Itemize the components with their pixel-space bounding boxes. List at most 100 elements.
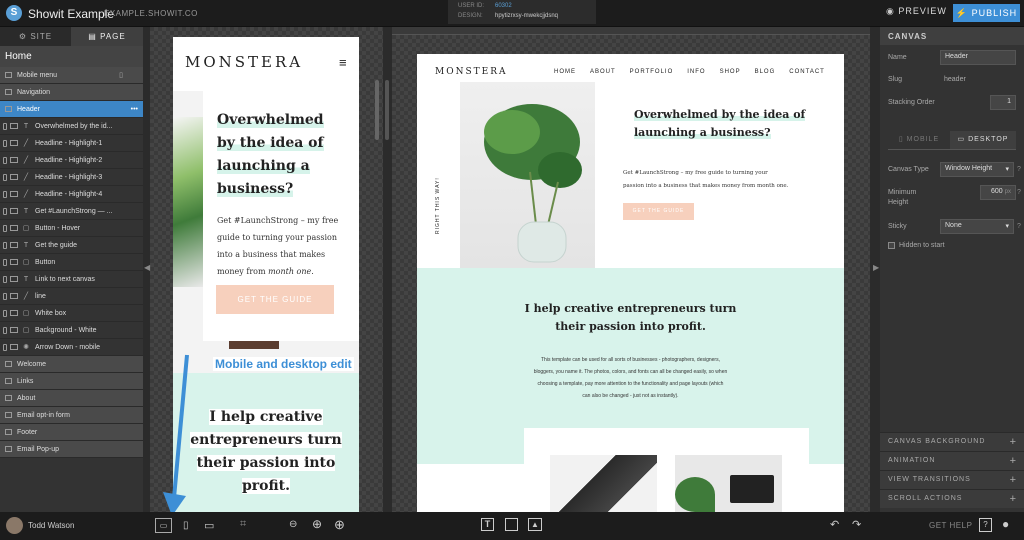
user-name[interactable]: Todd Watson (28, 521, 74, 530)
site-url[interactable]: EXAMPLE.SHOWIT.CO (104, 9, 198, 18)
mobile-visibility-icon[interactable] (3, 122, 7, 130)
mobile-visibility-icon[interactable] (3, 275, 7, 283)
desktop-visibility-icon[interactable] (10, 327, 18, 333)
get-help-label[interactable]: GET HELP (929, 521, 972, 530)
layer-item[interactable]: ▢ White box (0, 305, 143, 322)
canvas-item[interactable]: About (0, 390, 143, 407)
desktop-visibility-icon[interactable] (10, 293, 18, 299)
desktop-visibility-icon[interactable] (10, 123, 18, 129)
desktop-visibility-icon[interactable] (10, 140, 18, 146)
avatar[interactable] (6, 517, 23, 534)
hamburger-menu-icon[interactable]: ≡ (339, 55, 347, 70)
left-collapse-arrow[interactable]: ◀ (144, 263, 150, 272)
desktop-guide-button[interactable]: GET THE GUIDE (623, 203, 694, 220)
canvas-item[interactable]: Welcome (0, 356, 143, 373)
help-icon[interactable]: ? (1017, 223, 1021, 230)
help-icon[interactable]: ? (1017, 189, 1021, 196)
canvas-item[interactable]: Navigation (0, 84, 143, 101)
layer-item[interactable]: ╱ Headline - Highlight-3 (0, 169, 143, 186)
layer-item[interactable]: ✺ Arrow Down - mobile (0, 339, 143, 356)
layer-item[interactable]: ╱ Headline - Highlight-2 (0, 152, 143, 169)
mobile-visibility-icon[interactable] (3, 241, 7, 249)
desktop-visibility-icon[interactable] (10, 242, 18, 248)
sticky-select[interactable]: None ▾ (940, 219, 1014, 234)
canvas-item[interactable]: Email opt-in form (0, 407, 143, 424)
right-collapse-arrow[interactable]: ▶ (873, 263, 879, 272)
tab-desktop[interactable]: ▭ DESKTOP (950, 131, 1016, 149)
tab-mobile[interactable]: ▯ MOBILE (888, 131, 950, 149)
desktop-visibility-icon[interactable] (10, 225, 18, 231)
nav-portfolio[interactable]: PORTFOLIO (630, 69, 674, 75)
desktop-visibility-icon[interactable] (10, 276, 18, 282)
page-title[interactable]: Home (0, 46, 143, 67)
zoom-out-icon[interactable]: ⊖ (289, 519, 297, 530)
stacking-input[interactable]: 1 (990, 95, 1016, 110)
mobile-guide-button[interactable]: GET THE GUIDE (216, 285, 334, 314)
mobile-visibility-icon[interactable] (3, 258, 7, 266)
desktop-view-icon[interactable]: ▭ (204, 519, 214, 532)
accordion-canvas-background[interactable]: CANVAS BACKGROUND + (880, 432, 1024, 451)
mobile-visibility-icon[interactable] (3, 173, 7, 181)
zoom-fit-icon[interactable]: ⊕ (312, 517, 322, 531)
canvas-item[interactable]: Email Pop-up (0, 441, 143, 458)
layer-item[interactable]: ╱ line (0, 288, 143, 305)
mobile-visibility-icon[interactable] (3, 207, 7, 215)
mobile-visibility-icon[interactable] (3, 343, 7, 351)
nav-shop[interactable]: SHOP (720, 69, 741, 75)
nav-about[interactable]: ABOUT (590, 69, 616, 75)
layer-item[interactable]: T Get the guide (0, 237, 143, 254)
mobile-visibility-icon[interactable] (3, 190, 7, 198)
add-text-icon[interactable]: T (481, 518, 494, 531)
add-box-icon[interactable] (505, 518, 518, 531)
mobile-view-icon[interactable]: ▯ (183, 520, 189, 531)
canvas-type-select[interactable]: Window Height ▾ (940, 162, 1014, 177)
showit-logo-icon[interactable]: S (6, 5, 22, 21)
mobile-visibility-icon[interactable] (3, 309, 7, 317)
nav-blog[interactable]: BLOG (755, 69, 776, 75)
grid-icon[interactable]: ⌗ (240, 518, 246, 531)
mobile-visibility-icon[interactable] (3, 139, 7, 147)
help-box-icon[interactable]: ? (979, 518, 992, 532)
layer-item[interactable]: T Link to next canvas (0, 271, 143, 288)
tab-site[interactable]: ⚙ SITE (0, 27, 71, 46)
name-input[interactable]: Header (940, 50, 1016, 65)
zoom-in-icon[interactable]: ⊕ (334, 517, 345, 533)
nav-info[interactable]: INFO (687, 69, 705, 75)
desktop-visibility-icon[interactable] (10, 157, 18, 163)
desktop-visibility-icon[interactable] (10, 208, 18, 214)
mobile-scrollbar[interactable] (375, 80, 379, 140)
layer-item[interactable]: ╱ Headline - Highlight-4 (0, 186, 143, 203)
mobile-visibility-icon[interactable] (3, 326, 7, 334)
help-icon[interactable]: ? (1017, 166, 1021, 173)
accordion-scroll-actions[interactable]: SCROLL ACTIONS + (880, 489, 1024, 508)
canvas-item[interactable]: Links (0, 373, 143, 390)
accordion-view-transitions[interactable]: VIEW TRANSITIONS + (880, 470, 1024, 489)
mobile-visibility-icon[interactable] (3, 224, 7, 232)
desktop-visibility-icon[interactable] (10, 259, 18, 265)
nav-home[interactable]: HOME (554, 69, 576, 75)
add-image-icon[interactable]: ▲ (528, 518, 542, 531)
chat-icon[interactable]: ● (1002, 517, 1009, 531)
layer-item[interactable]: ▢ Button - Hover (0, 220, 143, 237)
desktop-visibility-icon[interactable] (10, 174, 18, 180)
both-views-icon[interactable]: ▭ (155, 518, 172, 533)
desktop-visibility-icon[interactable] (10, 344, 18, 350)
min-height-input[interactable]: 600 px (980, 185, 1016, 200)
nav-contact[interactable]: CONTACT (789, 69, 825, 75)
canvas-item[interactable]: Header ••• (0, 101, 143, 118)
redo-icon[interactable]: ↷ (852, 518, 861, 531)
layer-item[interactable]: ╱ Headline - Highlight-1 (0, 135, 143, 152)
preview-button[interactable]: ◉ PREVIEW (886, 6, 947, 17)
canvas-item[interactable]: Footer (0, 424, 143, 441)
canvas-item[interactable]: Mobile menu ▯ (0, 67, 143, 84)
layer-item[interactable]: ▢ Background - White (0, 322, 143, 339)
layer-item[interactable]: T Get #LaunchStrong — ... (0, 203, 143, 220)
desktop-scrollbar[interactable] (385, 80, 389, 140)
layer-item[interactable]: T Overwhelmed by the id... (0, 118, 143, 135)
mobile-visibility-icon[interactable] (3, 292, 7, 300)
undo-icon[interactable]: ↶ (830, 518, 839, 531)
layer-item[interactable]: ▢ Button (0, 254, 143, 271)
desktop-visibility-icon[interactable] (10, 191, 18, 197)
publish-button[interactable]: ⚡ PUBLISH (953, 4, 1020, 22)
accordion-animation[interactable]: ANIMATION + (880, 451, 1024, 470)
